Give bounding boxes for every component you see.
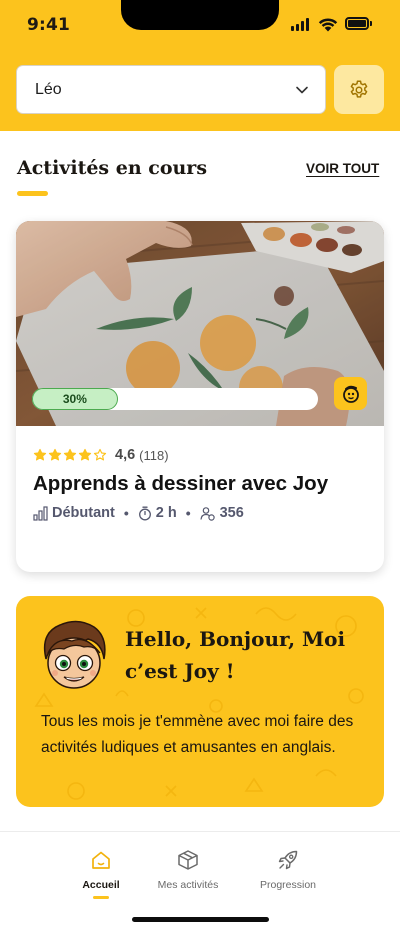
tab-my-activities[interactable]: Mes activités (138, 849, 238, 891)
joy-avatar (43, 620, 106, 689)
profile-selector[interactable]: Léo (16, 65, 326, 114)
timer-icon (138, 506, 151, 520)
battery-icon (345, 17, 372, 30)
activity-participants: 356 (219, 505, 244, 521)
star-empty-icon (93, 448, 107, 461)
star-filled-icon (48, 448, 62, 461)
active-tab-indicator (93, 896, 109, 899)
box-icon (178, 850, 198, 870)
signal-icon (291, 17, 309, 31)
progress-fill: 30% (32, 388, 118, 410)
section-title: Activités en cours (17, 157, 208, 179)
see-all-link[interactable]: VOIR TOUT (306, 161, 379, 176)
star-filled-icon (33, 448, 47, 461)
level-bars-icon (33, 505, 48, 521)
activity-meta: Débutant • 2 h • 356 (33, 505, 244, 521)
joy-intro-banner: Hello, Bonjour, Moi c’est Joy ! Tous les… (16, 596, 384, 807)
people-icon (200, 506, 215, 521)
tab-progress-label: Progression (259, 879, 317, 891)
settings-button[interactable] (334, 65, 384, 114)
tab-home[interactable]: Accueil (51, 849, 151, 899)
rocket-icon (278, 850, 298, 870)
rating-stars (33, 448, 107, 462)
banner-description: Tous les mois je t'emmène avec moi faire… (41, 713, 354, 756)
gear-icon (350, 80, 368, 98)
chevron-down-icon (296, 86, 308, 93)
activity-progress-bar: 30% (32, 388, 318, 410)
progress-label: 30% (62, 392, 87, 406)
status-time: 9:41 (27, 15, 71, 35)
profile-selector-value: Léo (35, 80, 62, 98)
activity-title: Apprends à dessiner avec Joy (33, 472, 329, 495)
activity-level: Débutant (52, 505, 115, 521)
star-filled-icon (78, 448, 92, 461)
activity-rating: 4,6 (118) (33, 447, 169, 463)
section-title-underline (17, 191, 48, 196)
banner-title: Hello, Bonjour, Moi c’est Joy ! (125, 627, 346, 683)
rating-value: 4,6 (115, 447, 136, 463)
tab-my-activities-label: Mes activités (157, 879, 219, 891)
activity-duration: 2 h (155, 505, 177, 521)
meta-separator: • (185, 505, 191, 521)
wifi-icon (318, 17, 338, 32)
star-filled-icon (63, 448, 77, 461)
tab-progress[interactable]: Progression (238, 849, 338, 891)
home-icon (92, 851, 110, 869)
top-header: 9:41 Léo (0, 0, 400, 131)
camera-notch (121, 0, 279, 30)
joy-badge-icon (342, 385, 359, 403)
tab-home-label: Accueil (82, 879, 120, 891)
meta-separator: • (123, 505, 129, 521)
activity-card[interactable]: 30% 4,6 (118) Apprends à dessiner avec J… (16, 221, 384, 572)
home-indicator (132, 917, 269, 922)
joy-badge[interactable] (334, 377, 367, 410)
rating-count: (118) (139, 447, 169, 463)
